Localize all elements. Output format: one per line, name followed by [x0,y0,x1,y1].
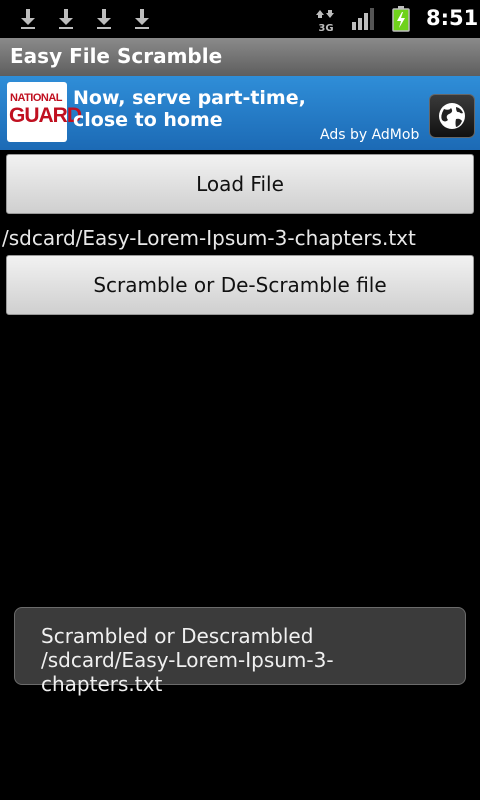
toast-notification: Scrambled or Descrambled /sdcard/Easy-Lo… [14,607,466,696]
ad-attribution: Ads by AdMob [320,127,420,143]
toast-message: Scrambled or Descrambled /sdcard/Easy-Lo… [41,624,334,696]
selected-file-path: /sdcard/Easy-Lorem-Ipsum-3-chapters.txt [2,226,416,250]
ad-headline: Now, serve part-time, close to home [73,87,306,131]
app-title: Easy File Scramble [10,44,223,68]
ad-logo: NATIONAL GUARD [7,82,82,142]
download-icon [20,8,36,30]
download-icon [58,8,74,30]
download-icon [96,8,112,30]
download-icon [134,8,150,30]
app-title-bar: Easy File Scramble [0,38,480,76]
ad-logo-line1: NATIONAL [10,92,63,104]
battery-charging-icon [392,6,410,32]
ad-logo-line2: GUARD [9,104,82,127]
signal-strength-icon [352,8,376,30]
scramble-button[interactable]: Scramble or De-Scramble file [6,255,474,315]
status-bar: 3G 8:51 [0,0,480,38]
load-file-button[interactable]: Load File [6,154,474,214]
ad-banner[interactable]: NATIONAL GUARD Now, serve part-time, clo… [0,76,480,150]
network-3g-icon: 3G [316,8,336,34]
globe-icon[interactable] [429,94,475,138]
clock: 8:51 [426,6,479,30]
network-type-label: 3G [318,23,333,32]
